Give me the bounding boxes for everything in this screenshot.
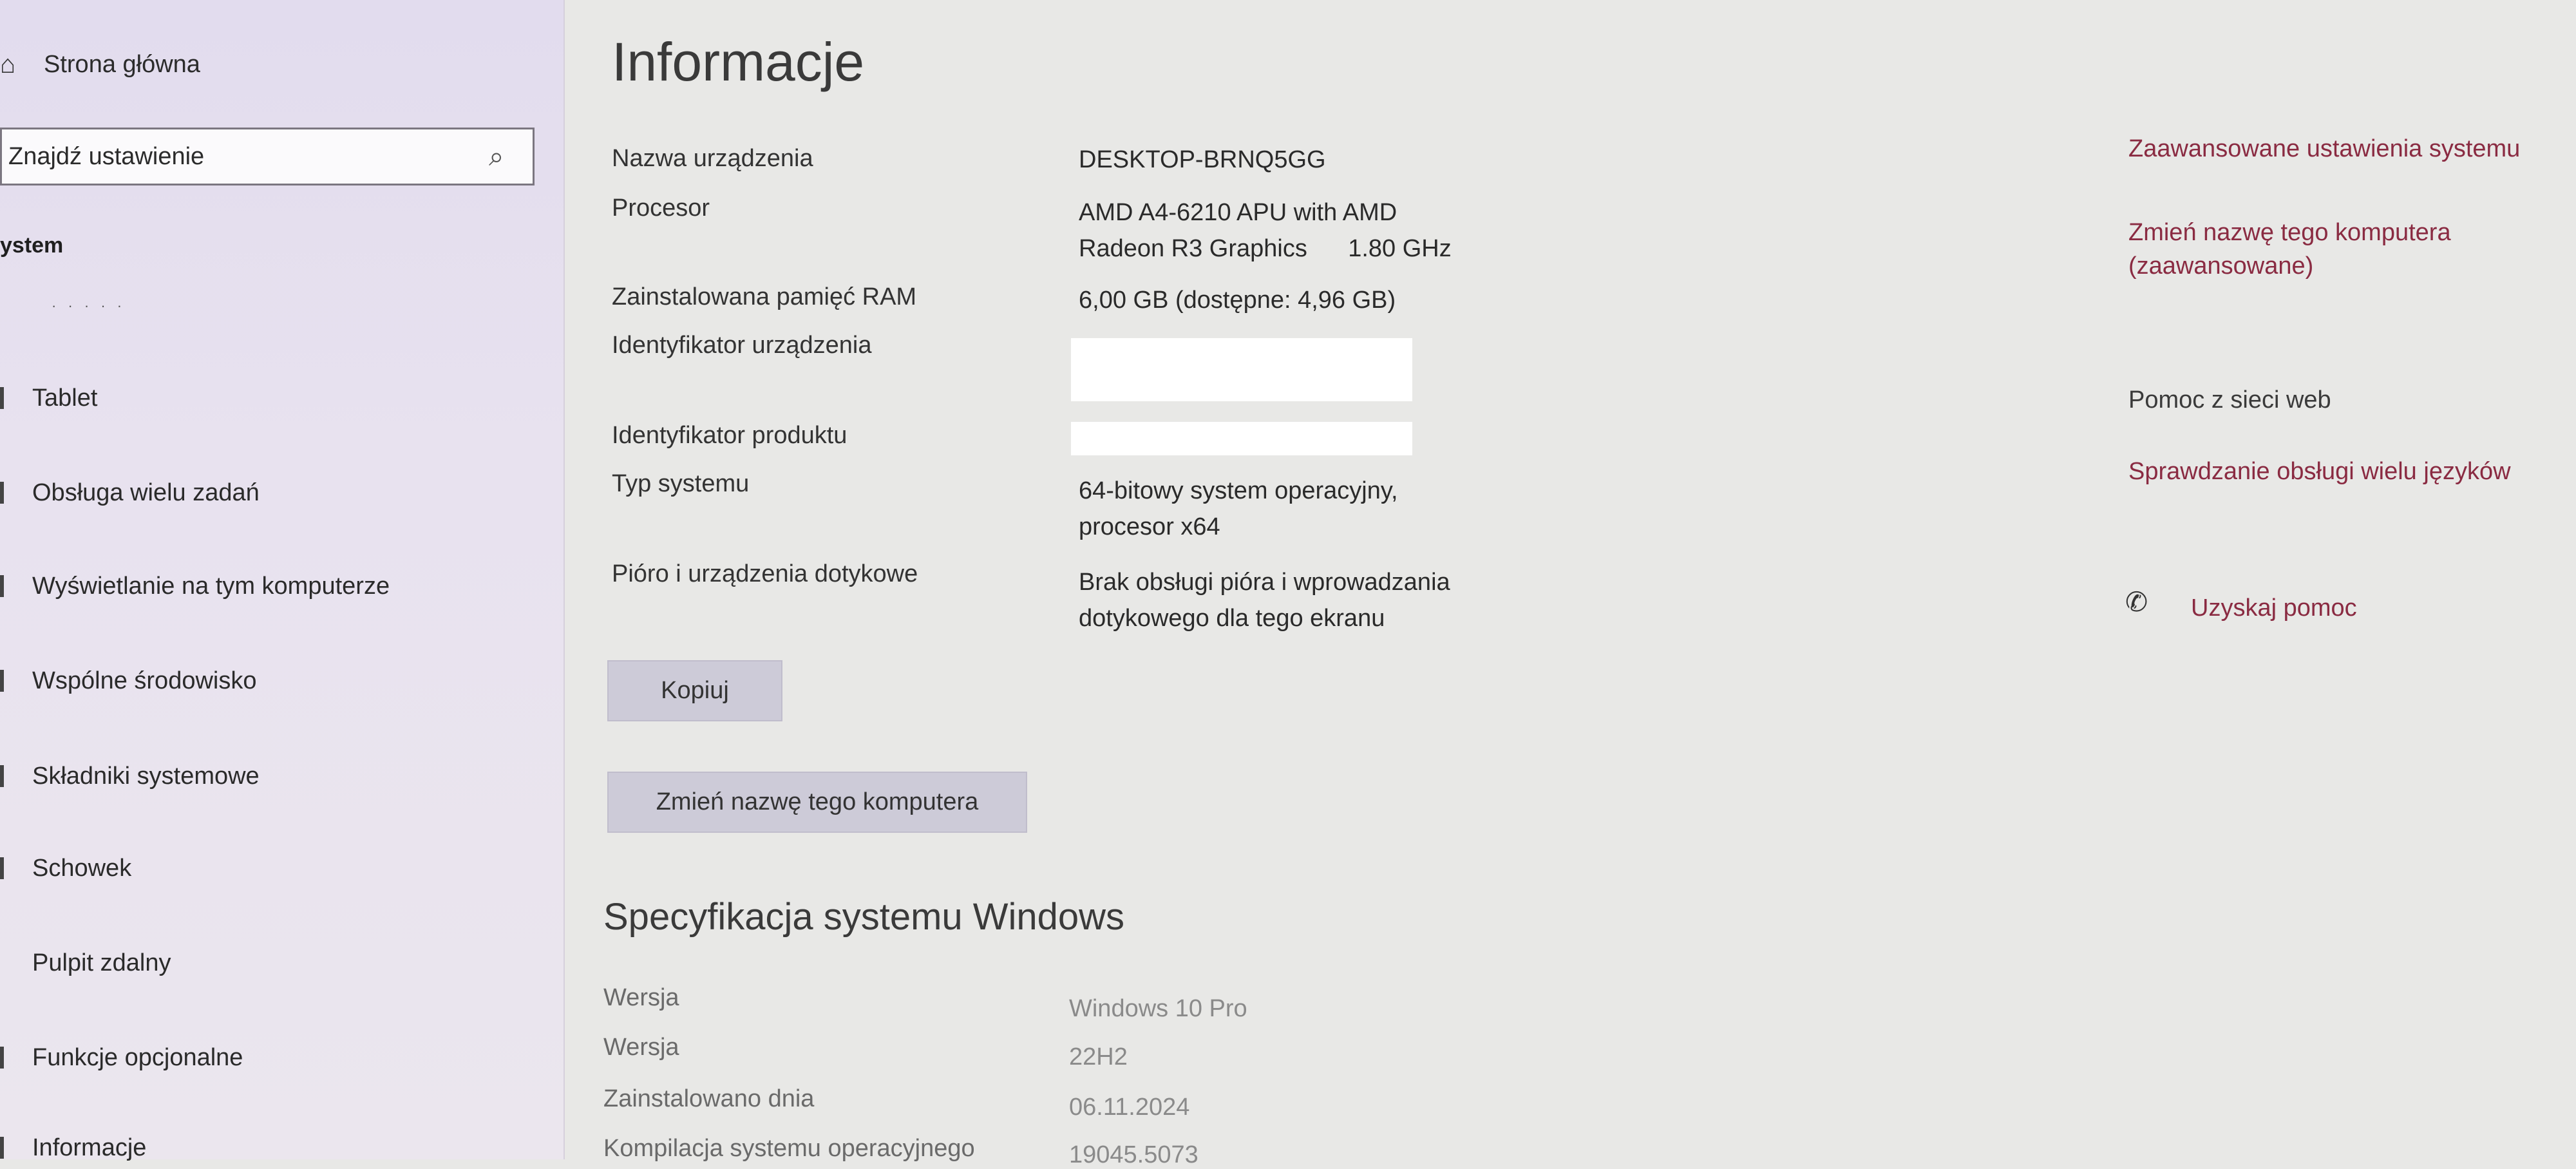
processor-label: Procesor [612, 195, 710, 222]
page-title: Informacje [612, 32, 865, 92]
system-components-icon [0, 765, 14, 787]
search-icon[interactable]: ⌕ [489, 141, 521, 173]
rename-pc-advanced-link[interactable]: Zmień nazwę tego komputera (zaawansowane… [2128, 216, 2451, 283]
device-id-value-redacted [1071, 338, 1412, 401]
web-help-heading: Pomoc z sieci web [2128, 386, 2331, 413]
edition-label: Wersja [603, 984, 679, 1011]
system-type-value: 64-bitowy system operacyjny, procesor x6… [1079, 477, 1398, 540]
sidebar-item-label: Pulpit zdalny [32, 949, 171, 976]
device-name-label: Nazwa urządzenia [612, 145, 813, 172]
edition-value: Windows 10 Pro [1069, 995, 1247, 1022]
sidebar-item-label: Funkcje opcjonalne [32, 1043, 243, 1071]
sidebar-item-optional-features[interactable]: Funkcje opcjonalne [0, 1038, 243, 1077]
help-chat-icon[interactable]: ✆ [2125, 586, 2157, 618]
pen-touch-label: Pióro i urządzenia dotykowe [612, 560, 918, 587]
sidebar-item-clipboard[interactable]: Schowek [0, 849, 131, 888]
clipboard-icon [0, 857, 14, 879]
sidebar-item-multitasking[interactable]: Obsługa wielu zadań [0, 473, 260, 512]
projecting-icon [0, 575, 14, 597]
ram-value: 6,00 GB (dostępne: 4,96 GB) [1079, 287, 1396, 314]
sidebar-item-remote-desktop[interactable]: Pulpit zdalny [0, 944, 171, 982]
partial-nav-item[interactable]: · · · · · [52, 298, 193, 314]
sidebar-item-label: Schowek [32, 854, 132, 882]
home-label: Strona główna [44, 50, 200, 78]
shared-experiences-icon [0, 670, 14, 692]
multilanguage-support-link[interactable]: Sprawdzanie obsługi wielu języków [2128, 455, 2511, 488]
sidebar-item-shared-experiences[interactable]: Wspólne środowisko [0, 661, 256, 700]
sidebar-item-label: Informacje [32, 1134, 147, 1161]
sidebar-item-label: Obsługa wielu zadań [32, 479, 260, 506]
sidebar-item-about[interactable]: Informacje [0, 1128, 146, 1167]
sidebar-item-label: Wyświetlanie na tym komputerze [32, 572, 390, 600]
version-value: 22H2 [1069, 1043, 1128, 1070]
ram-label: Zainstalowana pamięć RAM [612, 283, 917, 310]
windows-spec-title: Specyfikacja systemu Windows [603, 896, 1125, 938]
system-type-label: Typ systemu [612, 470, 750, 497]
product-id-label: Identyfikator produktu [612, 422, 848, 449]
copy-button[interactable]: Kopiuj [607, 660, 782, 721]
rename-pc-button[interactable]: Zmień nazwę tego komputera [607, 772, 1027, 833]
sidebar-item-label: Tablet [32, 384, 98, 412]
settings-sidebar: ⌂ Strona główna Znajdź ustawienie ⌕ yste… [0, 0, 565, 1161]
tablet-icon [0, 387, 14, 409]
os-build-label: Kompilacja systemu operacyjnego [603, 1135, 975, 1162]
sidebar-item-system-components[interactable]: Składniki systemowe [0, 757, 260, 795]
home-icon: ⌂ [0, 50, 16, 79]
device-id-label: Identyfikator urządzenia [612, 332, 872, 359]
search-placeholder: Znajdź ustawienie [8, 142, 205, 170]
about-icon [0, 1137, 14, 1159]
get-help-link[interactable]: Uzyskaj pomoc [2191, 591, 2357, 625]
product-id-value-redacted [1071, 422, 1412, 455]
device-name-value: DESKTOP-BRNQ5GG [1079, 146, 1326, 173]
optional-features-icon [0, 1047, 14, 1069]
remote-desktop-icon [0, 952, 14, 974]
version-label: Wersja [603, 1034, 679, 1061]
os-build-value: 19045.5073 [1069, 1141, 1198, 1168]
installed-on-label: Zainstalowano dnia [603, 1085, 815, 1112]
sidebar-item-label: Składniki systemowe [32, 762, 260, 790]
sidebar-item-label: Wspólne środowisko [32, 667, 257, 694]
sidebar-item-projecting[interactable]: Wyświetlanie na tym komputerze [0, 567, 390, 605]
about-page: Informacje Nazwa urządzenia DESKTOP-BRNQ… [564, 0, 2045, 1168]
home-nav-item[interactable]: ⌂ Strona główna [0, 45, 200, 84]
multitasking-icon [0, 482, 14, 504]
processor-value: AMD A4-6210 APU with AMD Radeon R3 Graph… [1079, 199, 1452, 262]
installed-on-value: 06.11.2024 [1069, 1094, 1190, 1121]
related-settings: Zaawansowane ustawienia systemu Zmień na… [2125, 0, 2576, 1159]
sidebar-item-tablet[interactable]: Tablet [0, 379, 97, 417]
search-input[interactable]: Znajdź ustawienie ⌕ [0, 128, 535, 185]
advanced-system-settings-link[interactable]: Zaawansowane ustawienia systemu [2128, 132, 2520, 166]
pen-touch-value: Brak obsługi pióra i wprowadzania dotyko… [1079, 569, 1450, 632]
section-label-system: ystem [0, 233, 64, 258]
